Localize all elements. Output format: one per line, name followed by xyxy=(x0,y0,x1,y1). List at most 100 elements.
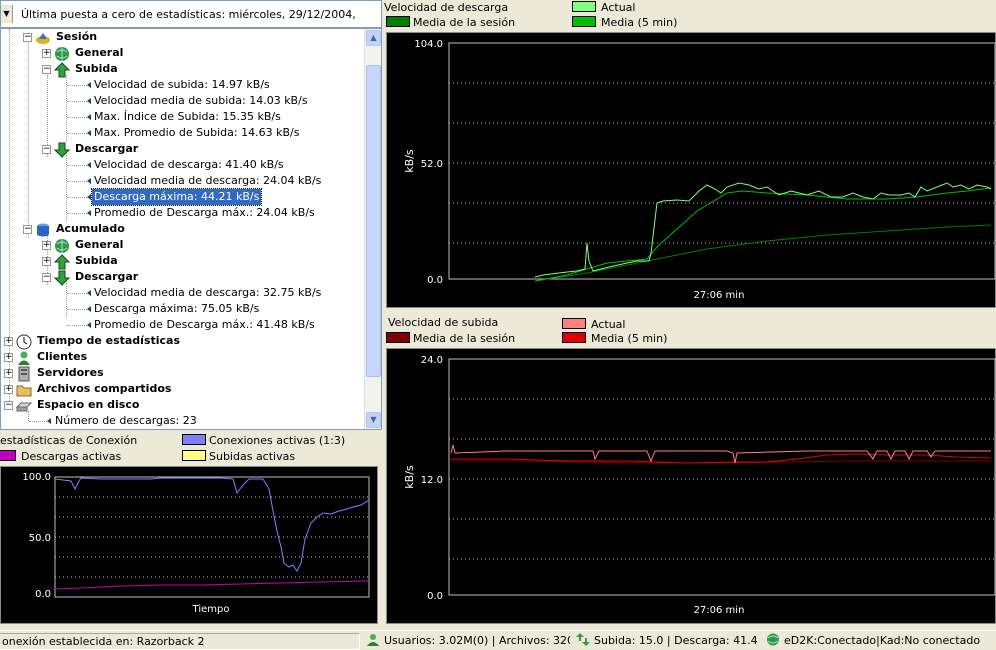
tree-node-clients[interactable]: Clientes xyxy=(37,349,87,365)
upload-arrow-icon xyxy=(54,254,70,270)
series-avg-5min xyxy=(451,453,992,464)
globe-icon xyxy=(55,239,69,253)
series-session-avg xyxy=(534,224,992,282)
conn-y-mid: 50.0 xyxy=(29,533,51,544)
expand-toggle[interactable]: + xyxy=(4,353,13,362)
legend-swatch[interactable] xyxy=(182,450,206,461)
statistics-tree[interactable]: − Sesión + General − Subida Velocidad de… xyxy=(0,28,382,430)
expand-toggle[interactable]: + xyxy=(42,49,51,58)
transfer-arrows-icon xyxy=(576,633,590,646)
expand-toggle[interactable]: + xyxy=(4,369,13,378)
tree-node-cum-upload[interactable]: Subida xyxy=(75,253,118,269)
upload-speed-graph: 24.0 12.0 0.0 kB/s 27:06 min xyxy=(386,348,996,624)
tree-node-disk[interactable]: Espacio en disco xyxy=(37,397,139,413)
users-icon xyxy=(18,351,30,365)
disk-drive-icon xyxy=(16,402,32,412)
tree-leaf[interactable]: Promedio de Descarga máx.: 41.48 kB/s xyxy=(94,317,315,333)
tree-node-session[interactable]: Sesión xyxy=(56,29,97,45)
legend-swatch[interactable] xyxy=(562,332,586,343)
upload-legend-title: Velocidad de subida xyxy=(388,316,499,329)
tree-node-cumulative[interactable]: Acumulado xyxy=(56,221,125,237)
tree-scrollbar[interactable]: ▲ ▼ xyxy=(364,29,381,429)
legend-swatch[interactable] xyxy=(0,450,16,461)
stats-reset-header: ▼ Última puesta a cero de estadísticas: … xyxy=(0,0,382,28)
scroll-thumb[interactable] xyxy=(366,65,381,377)
upload-y-mid: 12.0 xyxy=(421,475,443,486)
conn-y-zero: 0.0 xyxy=(35,589,51,600)
tree-node-cum-general[interactable]: General xyxy=(75,237,123,253)
download-arrow-icon xyxy=(54,142,70,158)
server-icon xyxy=(18,366,30,382)
upload-y-label: kB/s xyxy=(403,465,416,489)
legend-active-connections: Conexiones activas (1:3) xyxy=(209,434,346,447)
legend-swatch[interactable] xyxy=(572,1,596,12)
download-legend-title: Velocidad de descarga xyxy=(384,1,509,14)
series-downloads xyxy=(54,580,370,590)
collapse-toggle[interactable]: − xyxy=(23,225,32,234)
tree-leaf[interactable]: Velocidad media de descarga: 24.04 kB/s xyxy=(94,173,321,189)
legend-avg-5min: Media (5 min) xyxy=(601,16,678,29)
connection-graph: 100.0 50.0 0.0 Tiempo xyxy=(0,466,378,624)
tree-leaf[interactable]: Velocidad de subida: 14.97 kB/s xyxy=(94,77,270,93)
network-globe-icon xyxy=(767,633,779,646)
legend-current: Actual xyxy=(591,318,626,331)
expand-toggle[interactable]: + xyxy=(4,337,13,346)
database-icon xyxy=(37,223,49,237)
conn-legend-title: estadísticas de Conexión xyxy=(0,434,138,447)
tree-leaf-selected[interactable]: Descarga máxima: 44.21 kB/s xyxy=(90,188,263,206)
tree-node-stats-time[interactable]: Tiempo de estadísticas xyxy=(37,333,180,349)
legend-session-avg: Media de la sesión xyxy=(413,332,516,345)
expand-toggle[interactable]: + xyxy=(42,257,51,266)
upload-y-zero: 0.0 xyxy=(427,591,443,602)
globe-icon xyxy=(55,47,69,61)
series-current xyxy=(534,182,992,278)
collapse-toggle[interactable]: − xyxy=(42,273,51,282)
scroll-up-icon[interactable]: ▲ xyxy=(366,30,381,46)
tree-leaf[interactable]: Max. Promedio de Subida: 14.63 kB/s xyxy=(94,125,299,141)
tree-node-upload[interactable]: Subida xyxy=(75,61,118,77)
tree-leaf[interactable]: Número de descargas: 23 xyxy=(55,413,197,429)
legend-swatch[interactable] xyxy=(386,332,410,343)
collapse-toggle[interactable]: − xyxy=(4,401,13,410)
tree-node-cum-download[interactable]: Descargar xyxy=(75,269,138,285)
tree-leaf[interactable]: Max. Índice de Subida: 15.35 kB/s xyxy=(94,109,281,125)
expand-toggle[interactable]: + xyxy=(4,385,13,394)
tree-node-general[interactable]: General xyxy=(75,45,123,61)
folder-icon xyxy=(16,385,32,397)
legend-swatch[interactable] xyxy=(182,434,206,445)
tree-leaf[interactable]: Velocidad media de subida: 14.03 kB/s xyxy=(94,93,308,109)
tree-node-download[interactable]: Descargar xyxy=(75,141,138,157)
tree-leaf[interactable]: Velocidad media de descarga: 32.75 kB/s xyxy=(94,285,321,301)
status-users-files: Usuarios: 3.02M(0) | Archivos: 320.72l xyxy=(384,634,570,647)
collapse-toggle[interactable]: − xyxy=(23,33,32,42)
series-avg-5min xyxy=(534,187,992,282)
status-network: eD2K:Conectado|Kad:No conectado xyxy=(784,634,981,647)
tree-node-shared[interactable]: Archivos compartidos xyxy=(37,381,171,397)
conn-legend: estadísticas de Conexión Conexiones acti… xyxy=(0,432,382,466)
legend-active-downloads: Descargas activas xyxy=(21,450,122,463)
legend-swatch[interactable] xyxy=(572,16,596,27)
scroll-down-icon[interactable]: ▼ xyxy=(366,412,381,428)
session-icon xyxy=(36,33,50,44)
upload-y-top: 24.0 xyxy=(421,355,443,366)
download-y-label: kB/s xyxy=(403,149,416,173)
legend-swatch[interactable] xyxy=(386,16,410,27)
collapse-toggle[interactable]: − xyxy=(42,65,51,74)
expand-toggle[interactable]: + xyxy=(42,241,51,250)
legend-current: Actual xyxy=(601,1,636,14)
clock-icon xyxy=(16,334,32,350)
tree-leaf[interactable]: Promedio de Descarga máx.: 24.04 kB/s xyxy=(94,205,315,221)
tree-leaf[interactable]: Descarga máxima: 75.05 kB/s xyxy=(94,301,259,317)
download-arrow-icon xyxy=(54,270,70,286)
legend-swatch[interactable] xyxy=(562,318,586,329)
tree-leaf[interactable]: Velocidad de descarga: 41.40 kB/s xyxy=(94,157,284,173)
reset-date-text: Última puesta a cero de estadísticas: mi… xyxy=(21,8,356,21)
download-y-zero: 0.0 xyxy=(427,275,443,286)
tree-node-servers[interactable]: Servidores xyxy=(37,365,104,381)
status-bar: onexión establecida en: Razorback 2 Usua… xyxy=(0,630,996,650)
conn-y-top: 100.0 xyxy=(22,472,51,483)
collapse-toggle[interactable]: − xyxy=(42,145,51,154)
dropdown-arrow-icon[interactable]: ▼ xyxy=(1,5,13,23)
upload-legend: Velocidad de subida Media de la sesión A… xyxy=(384,314,996,348)
download-y-top: 104.0 xyxy=(414,39,443,50)
